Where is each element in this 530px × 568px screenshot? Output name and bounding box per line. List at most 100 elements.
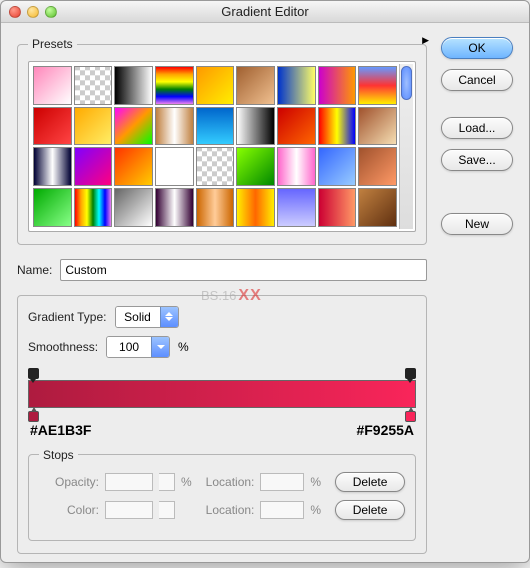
titlebar: Gradient Editor [1,1,529,23]
left-column: Presets ▶ Name: Gradient Type: [17,37,427,554]
stepper-icon[interactable] [160,306,178,328]
preset-swatch[interactable] [358,107,397,146]
color-dropdown-icon [159,501,175,519]
preset-swatch[interactable] [358,147,397,186]
preset-swatch[interactable] [155,66,194,105]
name-label: Name: [17,263,52,277]
smoothness-input[interactable] [106,336,170,358]
opacity-pct: % [181,475,192,489]
window-controls [9,6,57,18]
preset-swatch[interactable] [74,147,113,186]
preset-swatch[interactable] [114,66,153,105]
gradient-editor-window: Gradient Editor Presets ▶ Name: Gradient… [0,0,530,563]
preset-swatch[interactable] [358,188,397,227]
scrollbar-thumb[interactable] [401,66,412,100]
preset-swatch[interactable] [196,147,235,186]
smoothness-row: Smoothness: % [28,336,416,358]
gradient-preview: #AE1B3F #F9255A [28,368,416,438]
presets-grid [28,61,416,232]
preset-swatch[interactable] [114,188,153,227]
preset-swatch[interactable] [33,66,72,105]
color-stop-left[interactable] [28,411,39,422]
presets-scrollbar[interactable] [399,64,413,229]
stops-legend: Stops [39,448,78,462]
presets-fieldset: Presets ▶ [17,37,427,245]
preset-swatch[interactable] [196,107,235,146]
preset-swatch[interactable] [74,107,113,146]
preset-swatch[interactable] [155,188,194,227]
color-stop-row: Color: % Location: % Delete [39,500,405,520]
zoom-icon[interactable] [45,6,57,18]
presets-legend: Presets [28,37,77,51]
ok-button[interactable]: OK [441,37,513,59]
preset-swatch[interactable] [33,107,72,146]
opacity-location-input [260,473,304,491]
opacity-dropdown-icon [159,473,175,491]
opacity-loc-pct: % [310,475,321,489]
opacity-location-label: Location: [206,475,255,489]
opacity-stop-left[interactable] [28,368,39,379]
hex-row: #AE1B3F #F9255A [28,422,416,438]
gradient-type-value[interactable] [116,307,160,327]
preset-swatch[interactable] [318,147,357,186]
smoothness-value[interactable] [107,337,151,357]
smoothness-label: Smoothness: [28,340,98,354]
smoothness-pct: % [178,340,189,354]
preset-swatch[interactable] [318,188,357,227]
opacity-stop-right[interactable] [405,368,416,379]
preset-swatch[interactable] [277,188,316,227]
color-label: Color: [39,503,99,517]
preset-swatch[interactable] [277,66,316,105]
color-stop-right[interactable] [405,411,416,422]
name-input[interactable] [60,259,427,281]
color-swatch-input [105,501,153,519]
gradient-type-select[interactable] [115,306,179,328]
preset-swatch[interactable] [74,66,113,105]
preset-swatch[interactable] [33,188,72,227]
minimize-icon[interactable] [27,6,39,18]
cancel-button[interactable]: Cancel [441,69,513,91]
gradient-bar[interactable] [28,380,416,408]
button-column: OK Cancel Load... Save... New [441,37,513,554]
opacity-stops-row [28,368,416,380]
preset-swatch[interactable] [236,188,275,227]
close-icon[interactable] [9,6,21,18]
preset-swatch[interactable] [236,107,275,146]
dialog-body: Presets ▶ Name: Gradient Type: [1,23,529,568]
load-button[interactable]: Load... [441,117,513,139]
gradient-type-label: Gradient Type: [28,310,107,324]
delete-opacity-button[interactable]: Delete [335,472,405,492]
opacity-label: Opacity: [39,475,99,489]
delete-color-button[interactable]: Delete [335,500,405,520]
preset-swatch[interactable] [277,147,316,186]
preset-swatch[interactable] [114,147,153,186]
hex-left: #AE1B3F [30,422,91,438]
opacity-stop-row: Opacity: % Location: % Delete [39,472,405,492]
flyout-icon[interactable]: ▶ [422,35,429,46]
preset-swatch[interactable] [196,66,235,105]
color-location-input [260,501,304,519]
preset-swatch[interactable] [196,188,235,227]
save-button[interactable]: Save... [441,149,513,171]
color-loc-pct: % [310,503,321,517]
color-stops-row [28,408,416,422]
preset-swatch[interactable] [318,107,357,146]
preset-swatch[interactable] [358,66,397,105]
preset-swatch[interactable] [236,66,275,105]
opacity-value-input [105,473,153,491]
preset-swatch[interactable] [74,188,113,227]
preset-swatch[interactable] [33,147,72,186]
new-button[interactable]: New [441,213,513,235]
preset-swatch[interactable] [277,107,316,146]
preset-swatch[interactable] [155,107,194,146]
preset-swatch[interactable] [114,107,153,146]
color-location-label: Location: [206,503,255,517]
preset-swatch[interactable] [318,66,357,105]
stops-fieldset: Stops Opacity: % Location: % Delete Colo… [28,448,416,541]
dropdown-icon[interactable] [151,336,169,358]
preset-swatch[interactable] [236,147,275,186]
name-row: Name: [17,259,427,281]
hex-right: #F9255A [356,422,414,438]
preset-swatch[interactable] [155,147,194,186]
gradient-type-row: Gradient Type: [28,306,416,328]
